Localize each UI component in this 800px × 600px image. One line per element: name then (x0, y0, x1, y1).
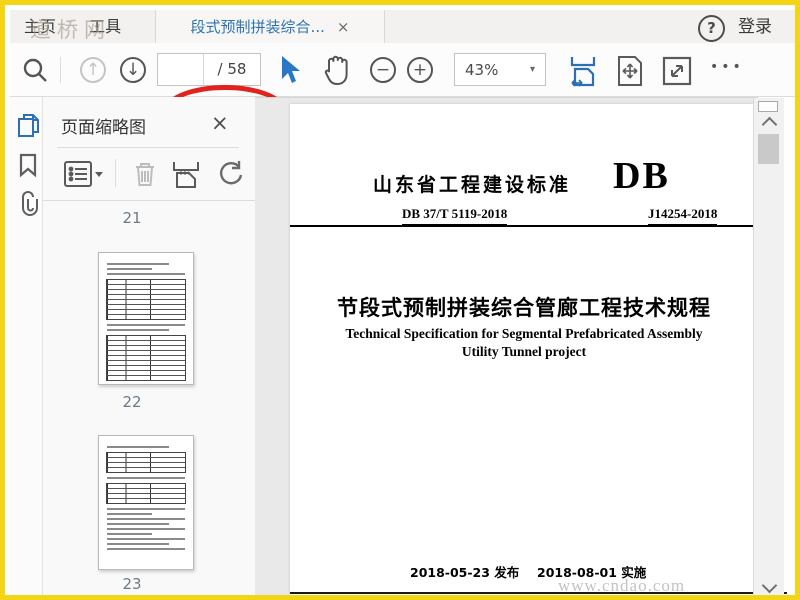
thumbnail-view-options-button[interactable] (63, 159, 103, 189)
scrollbar-thumb[interactable] (758, 134, 779, 164)
thumbnail-table-sketch (106, 279, 186, 320)
thumbnail-page-22[interactable] (98, 252, 194, 385)
zoom-level-value: 43% (465, 60, 499, 79)
title-bar: 主页 工具 道桥网 段式预制拼装综合... × ? 登录 (10, 10, 795, 43)
publish-date: 2018-05-23 发布 (410, 565, 520, 580)
page-navigation-box: / 58 (157, 53, 261, 86)
thumbnail-page-label: 21 (122, 209, 142, 227)
standard-number: DB 37/T 5119-2018 (402, 206, 508, 226)
thumbnail-page-label: 23 (122, 575, 142, 593)
document-page: 山东省工程建设标准 DB DB 37/T 5119-2018 J14254-20… (290, 104, 787, 595)
thumbnail-sketch (107, 263, 169, 265)
zoom-level-select[interactable]: 43% ▾ (454, 53, 546, 86)
db-mark: DB (613, 155, 670, 197)
footer-rule (290, 592, 787, 594)
next-page-button[interactable]: ↓ (120, 57, 146, 83)
login-button[interactable]: 登录 (738, 13, 772, 41)
thumbnail-page-label: 22 (122, 393, 142, 411)
menu-tab-tools[interactable]: 工具 (75, 10, 135, 43)
thumbnail-table-sketch (106, 335, 186, 381)
record-number: J14254-2018 (648, 206, 718, 226)
zoom-out-button[interactable]: − (370, 57, 396, 83)
fullscreen-button[interactable] (662, 56, 692, 86)
document-area: 山东省工程建设标准 DB DB 37/T 5119-2018 J14254-20… (255, 97, 787, 595)
menu-tab-home[interactable]: 主页 (10, 10, 70, 43)
hand-tool-button[interactable] (320, 53, 352, 87)
sidebar-item-bookmarks[interactable] (17, 153, 39, 177)
close-icon[interactable]: × (337, 18, 350, 36)
sidebar-item-attachments[interactable] (17, 191, 39, 216)
fit-page-button[interactable] (616, 55, 644, 87)
panel-divider (57, 147, 239, 148)
search-icon[interactable] (22, 57, 48, 83)
thumbnail-panel: 页面缩略图 × 21 22 23 (43, 97, 287, 595)
header-rule (290, 225, 758, 227)
toolbar: ↑ ↓ / 58 − + 43% ▾ ••• (10, 43, 795, 140)
rotate-page-button[interactable] (215, 159, 245, 189)
standard-label: 山东省工程建设标准 (373, 174, 572, 196)
delete-page-button[interactable] (131, 159, 159, 189)
document-title-en-line1: Technical Specification for Segmental Pr… (345, 326, 703, 341)
select-tool-button[interactable] (278, 55, 304, 85)
zoom-in-button[interactable]: + (407, 57, 433, 83)
thumbnail-table-sketch (106, 452, 186, 473)
scrollbar-top-button[interactable] (758, 101, 778, 112)
panel-close-icon[interactable]: × (211, 111, 229, 135)
navigation-sidebar (10, 97, 43, 595)
app-window: 主页 工具 道桥网 段式预制拼装综合... × ? 登录 ↑ ↓ / 58 − (0, 0, 800, 600)
scroll-up-icon[interactable] (761, 116, 778, 133)
page-number-input[interactable] (158, 54, 204, 85)
document-title-cn: 节段式预制拼装综合管廊工程技术规程 (337, 296, 711, 320)
panel-toolbar-divider (115, 159, 116, 187)
thumbnail-sketch (107, 446, 169, 448)
panel-title: 页面缩略图 (61, 118, 146, 138)
document-tab-label: 段式预制拼装综合... (190, 18, 325, 36)
document-scrollbar[interactable] (753, 98, 784, 595)
toolbar-divider (60, 57, 61, 83)
thumbnail-table-sketch (106, 483, 186, 504)
fit-width-button[interactable] (568, 55, 598, 87)
scroll-down-icon[interactable] (761, 577, 778, 594)
page-total-label: / 58 (217, 60, 247, 78)
panel-divider (43, 200, 255, 201)
site-watermark: www.cndao.com (558, 576, 686, 595)
sidebar-item-thumbnails[interactable] (17, 113, 39, 137)
previous-page-button[interactable]: ↑ (80, 57, 106, 83)
document-title-en-line2: Utility Tunnel project (461, 344, 587, 359)
document-tab[interactable]: 段式预制拼装综合... × (155, 10, 385, 43)
chevron-down-icon: ▾ (529, 64, 535, 75)
resize-pages-button[interactable] (171, 159, 203, 189)
thumbnail-page-23[interactable] (98, 435, 194, 570)
more-options-button[interactable]: ••• (710, 59, 744, 75)
help-button[interactable]: ? (698, 15, 725, 42)
